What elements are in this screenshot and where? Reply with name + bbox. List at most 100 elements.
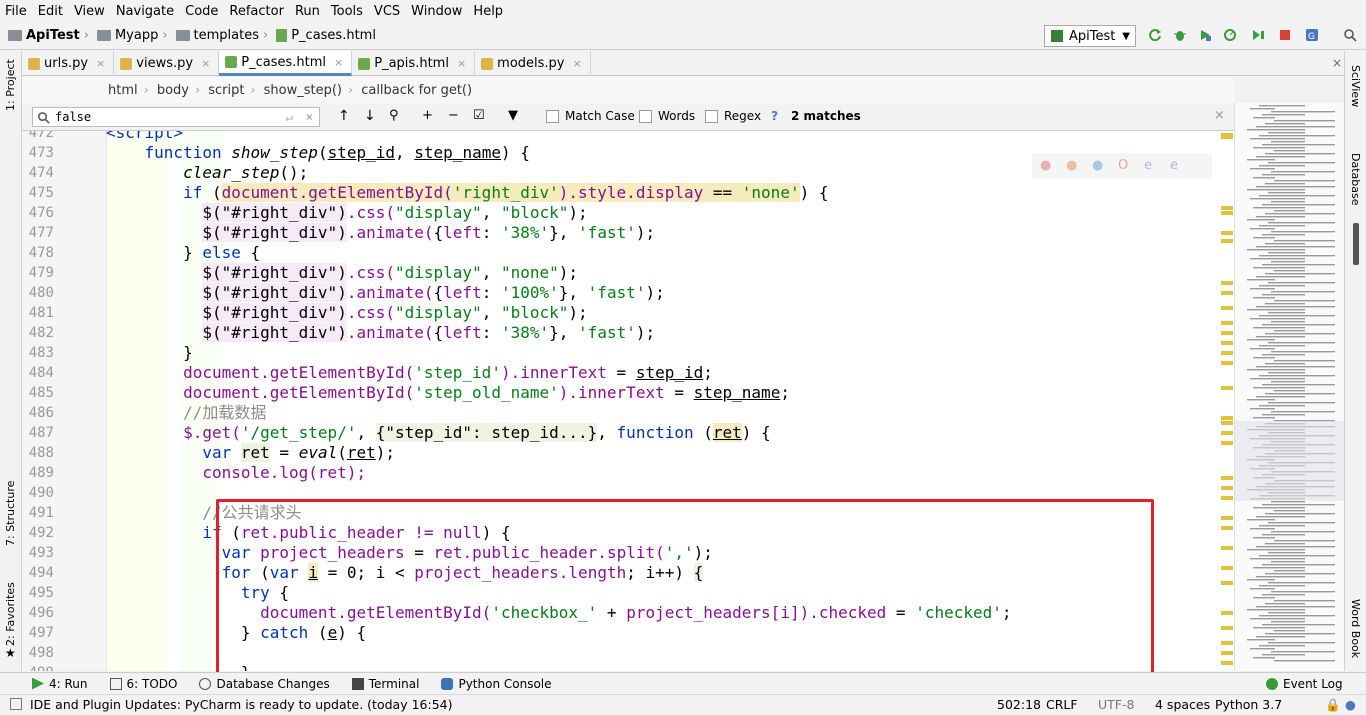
safari-icon[interactable]: ●: [1092, 158, 1103, 173]
search-match-mark[interactable]: [1221, 661, 1233, 665]
menu-window[interactable]: Window: [411, 4, 462, 19]
search-match-mark[interactable]: [1221, 351, 1233, 355]
search-match-mark[interactable]: [1221, 611, 1233, 615]
lock-icon[interactable]: 🔒: [1325, 697, 1341, 713]
breadcrumb-templates[interactable]: templates ›: [175, 28, 268, 43]
run-configuration-select[interactable]: ApiTest ▼: [1044, 25, 1136, 47]
regex-checkbox[interactable]: [705, 109, 718, 123]
path-item[interactable]: callback for get(): [361, 83, 472, 98]
scrollbar-thumb[interactable]: [1353, 223, 1359, 265]
menu-refactor[interactable]: Refactor: [229, 4, 284, 19]
menu-navigate[interactable]: Navigate: [116, 4, 174, 19]
edge-icon[interactable]: e: [1170, 158, 1178, 173]
database-tool-button[interactable]: Database: [1349, 153, 1362, 206]
regex-help-link[interactable]: ?: [771, 109, 778, 123]
debug-icon[interactable]: [1173, 28, 1187, 42]
code-line[interactable]: 488 var ret = eval(ret);: [22, 443, 1234, 463]
search-match-mark[interactable]: [1221, 291, 1233, 295]
search-match-mark[interactable]: [1221, 546, 1233, 550]
filter-icon[interactable]: ▼: [508, 108, 518, 123]
search-match-mark[interactable]: [1221, 361, 1233, 365]
todo-tool-button[interactable]: 6: TODO: [109, 677, 177, 691]
line-separator[interactable]: CRLF: [1046, 697, 1078, 712]
search-match-mark[interactable]: [1221, 211, 1233, 215]
previous-occurrence-icon[interactable]: ↑: [338, 108, 350, 124]
code-line[interactable]: 472 <script>: [22, 131, 1234, 143]
search-match-mark[interactable]: [1221, 441, 1233, 445]
close-find-icon[interactable]: ×: [1214, 108, 1225, 123]
path-item[interactable]: script: [208, 83, 244, 98]
search-match-mark[interactable]: [1221, 306, 1233, 310]
close-icon[interactable]: ×: [1332, 56, 1342, 70]
ie-icon[interactable]: e: [1144, 158, 1152, 173]
search-match-mark[interactable]: [1221, 239, 1233, 243]
chrome-icon[interactable]: ●: [1040, 158, 1051, 173]
search-match-mark[interactable]: [1221, 135, 1233, 139]
code-line[interactable]: 480 $("#right_div").animate({left: '100%…: [22, 283, 1234, 303]
code-line[interactable]: 481 $("#right_div").css("display", "bloc…: [22, 303, 1234, 323]
firefox-icon[interactable]: ●: [1066, 158, 1077, 173]
search-match-mark[interactable]: [1221, 526, 1233, 530]
search-match-mark[interactable]: [1221, 231, 1233, 235]
menu-code[interactable]: Code: [185, 4, 218, 19]
close-tab-icon[interactable]: ×: [573, 57, 582, 70]
search-match-mark[interactable]: [1221, 321, 1233, 325]
wordbook-tool-button[interactable]: Word Book: [1349, 599, 1362, 658]
search-match-mark[interactable]: [1221, 206, 1233, 210]
menu-edit[interactable]: Edit: [38, 4, 63, 19]
remove-occurrence-icon[interactable]: −: [448, 108, 459, 123]
database-changes-tool-button[interactable]: Database Changes: [199, 677, 330, 691]
search-match-mark[interactable]: [1221, 626, 1233, 630]
terminal-tool-button[interactable]: Terminal: [351, 677, 419, 691]
search-match-mark[interactable]: [1221, 581, 1233, 585]
search-match-mark[interactable]: [1221, 341, 1233, 345]
search-match-mark[interactable]: [1221, 641, 1233, 645]
search-everywhere-icon[interactable]: [1343, 28, 1357, 42]
code-line[interactable]: 475 if (document.getElementById('right_d…: [22, 183, 1234, 203]
code-line[interactable]: 479 $("#right_div").css("display", "none…: [22, 263, 1234, 283]
indent-setting[interactable]: 4 spaces: [1155, 697, 1210, 712]
code-line[interactable]: 482 $("#right_div").animate({left: '38%'…: [22, 323, 1234, 343]
profile-icon[interactable]: [1223, 28, 1237, 42]
menu-vcs[interactable]: VCS: [374, 4, 400, 19]
path-item[interactable]: html: [108, 83, 138, 98]
path-item[interactable]: show_step(): [264, 83, 342, 98]
menu-view[interactable]: View: [74, 4, 105, 19]
event-log-button[interactable]: Event Log: [1266, 677, 1343, 691]
code-line[interactable]: 477 $("#right_div").animate({left: '38%'…: [22, 223, 1234, 243]
menu-help[interactable]: Help: [473, 4, 503, 19]
tab-views-py[interactable]: views.py ×: [114, 51, 220, 76]
search-match-mark[interactable]: [1221, 496, 1233, 500]
tab-p_apis-html[interactable]: P_apis.html ×: [352, 51, 476, 76]
project-tool-button[interactable]: 1: Project: [4, 59, 17, 111]
code-line[interactable]: 485 document.getElementById('step_old_na…: [22, 383, 1234, 403]
search-match-mark[interactable]: [1221, 386, 1233, 390]
sciview-tool-button[interactable]: SciView: [1349, 65, 1362, 107]
close-tab-icon[interactable]: ×: [96, 57, 105, 70]
search-match-mark[interactable]: [1221, 416, 1233, 420]
search-match-mark[interactable]: [1221, 421, 1233, 425]
next-occurrence-icon[interactable]: ↓: [364, 108, 376, 124]
favorites-tool-button[interactable]: 2: Favorites: [4, 582, 17, 646]
code-line[interactable]: 483 }: [22, 343, 1234, 363]
translate-icon[interactable]: G: [1305, 28, 1319, 42]
caret-position[interactable]: 502:18: [997, 697, 1041, 712]
add-occurrence-icon[interactable]: +: [422, 108, 433, 123]
run-tool-button[interactable]: 4: Run: [32, 677, 88, 691]
tab-p_cases-html[interactable]: P_cases.html ×: [219, 51, 353, 76]
search-match-mark[interactable]: [1221, 486, 1233, 490]
search-match-mark[interactable]: [1221, 651, 1233, 655]
select-all-occurrences-icon[interactable]: ☑: [473, 108, 485, 123]
search-match-mark[interactable]: [1221, 566, 1233, 570]
rerun-icon[interactable]: [1148, 28, 1162, 42]
code-line[interactable]: 476 $("#right_div").css("display", "bloc…: [22, 203, 1234, 223]
search-input[interactable]: false ↵ ×: [32, 107, 320, 127]
breadcrumb-file[interactable]: P_cases.html: [276, 28, 376, 43]
match-case-option[interactable]: Match Case: [546, 109, 635, 123]
search-match-mark[interactable]: [1221, 431, 1233, 435]
code-line[interactable]: 484 document.getElementById('step_id').i…: [22, 363, 1234, 383]
search-match-mark[interactable]: [1221, 281, 1233, 285]
menu-file[interactable]: File: [5, 4, 27, 19]
status-toggle-icon[interactable]: [10, 698, 22, 710]
python-console-tool-button[interactable]: Python Console: [441, 677, 552, 691]
